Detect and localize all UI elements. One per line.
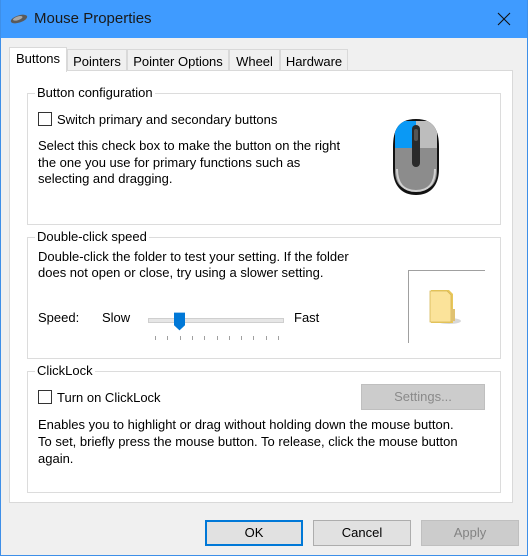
apply-button[interactable]: Apply xyxy=(421,520,519,546)
double-click-speed-label: Double-click speed xyxy=(35,229,149,244)
double-click-description-line-2: does not open or close, try using a slow… xyxy=(38,265,324,280)
fast-label: Fast xyxy=(294,310,320,325)
clicklock-checkbox-label[interactable]: Turn on ClickLock xyxy=(57,389,161,406)
slider-tick xyxy=(253,336,255,340)
folder-icon[interactable] xyxy=(427,287,463,327)
tab-pointer-options[interactable]: Pointer Options xyxy=(127,49,229,71)
clicklock-description-line-1: Enables you to highlight or drag without… xyxy=(38,417,454,432)
button-config-description-line-1: Select this check box to make the button… xyxy=(38,138,341,153)
window-title: Mouse Properties xyxy=(34,10,152,27)
slider-tick xyxy=(241,336,243,340)
slider-tick xyxy=(191,336,193,340)
slider-tick xyxy=(167,336,169,340)
mouse-icon xyxy=(10,14,28,24)
speed-label: Speed: xyxy=(38,310,80,325)
slider-tick xyxy=(228,336,230,340)
close-button[interactable] xyxy=(481,0,527,38)
tab-hardware[interactable]: Hardware xyxy=(280,49,348,71)
slider-tick xyxy=(179,336,181,340)
clicklock-label: ClickLock xyxy=(35,363,95,378)
tab-buttons[interactable]: Buttons xyxy=(9,47,67,72)
double-click-speed-slider-track[interactable] xyxy=(148,318,284,323)
close-icon xyxy=(497,12,511,26)
tab-pointers[interactable]: Pointers xyxy=(67,49,127,71)
clicklock-checkbox[interactable] xyxy=(38,390,52,404)
slider-tick xyxy=(278,336,279,340)
switch-buttons-label[interactable]: Switch primary and secondary buttons xyxy=(57,111,277,128)
double-click-description-line-1: Double-click the folder to test your set… xyxy=(38,249,349,264)
slider-tick xyxy=(204,336,206,340)
button-config-description-line-2: the one you use for primary functions su… xyxy=(38,155,301,170)
mouse-primary-left-icon xyxy=(393,119,439,195)
slider-tick xyxy=(216,336,218,340)
mouse-properties-window: Mouse Properties Buttons Pointers Pointe… xyxy=(0,0,528,556)
clicklock-description-line-2: To set, briefly press the mouse button. … xyxy=(38,434,458,449)
ok-button[interactable]: OK xyxy=(205,520,303,546)
button-configuration-label: Button configuration xyxy=(35,85,155,100)
clicklock-description-line-3: again. xyxy=(38,451,74,466)
slow-label: Slow xyxy=(102,310,131,325)
slider-tick xyxy=(155,336,156,340)
tab-wheel[interactable]: Wheel xyxy=(229,49,280,71)
switch-buttons-checkbox[interactable] xyxy=(38,112,52,126)
button-config-description-line-3: selecting and dragging. xyxy=(38,171,173,186)
cancel-button[interactable]: Cancel xyxy=(313,520,411,546)
slider-tick xyxy=(265,336,267,340)
double-click-speed-slider-thumb[interactable] xyxy=(173,311,185,332)
title-bar[interactable]: Mouse Properties xyxy=(1,0,527,38)
clicklock-settings-button[interactable]: Settings... xyxy=(361,384,485,410)
